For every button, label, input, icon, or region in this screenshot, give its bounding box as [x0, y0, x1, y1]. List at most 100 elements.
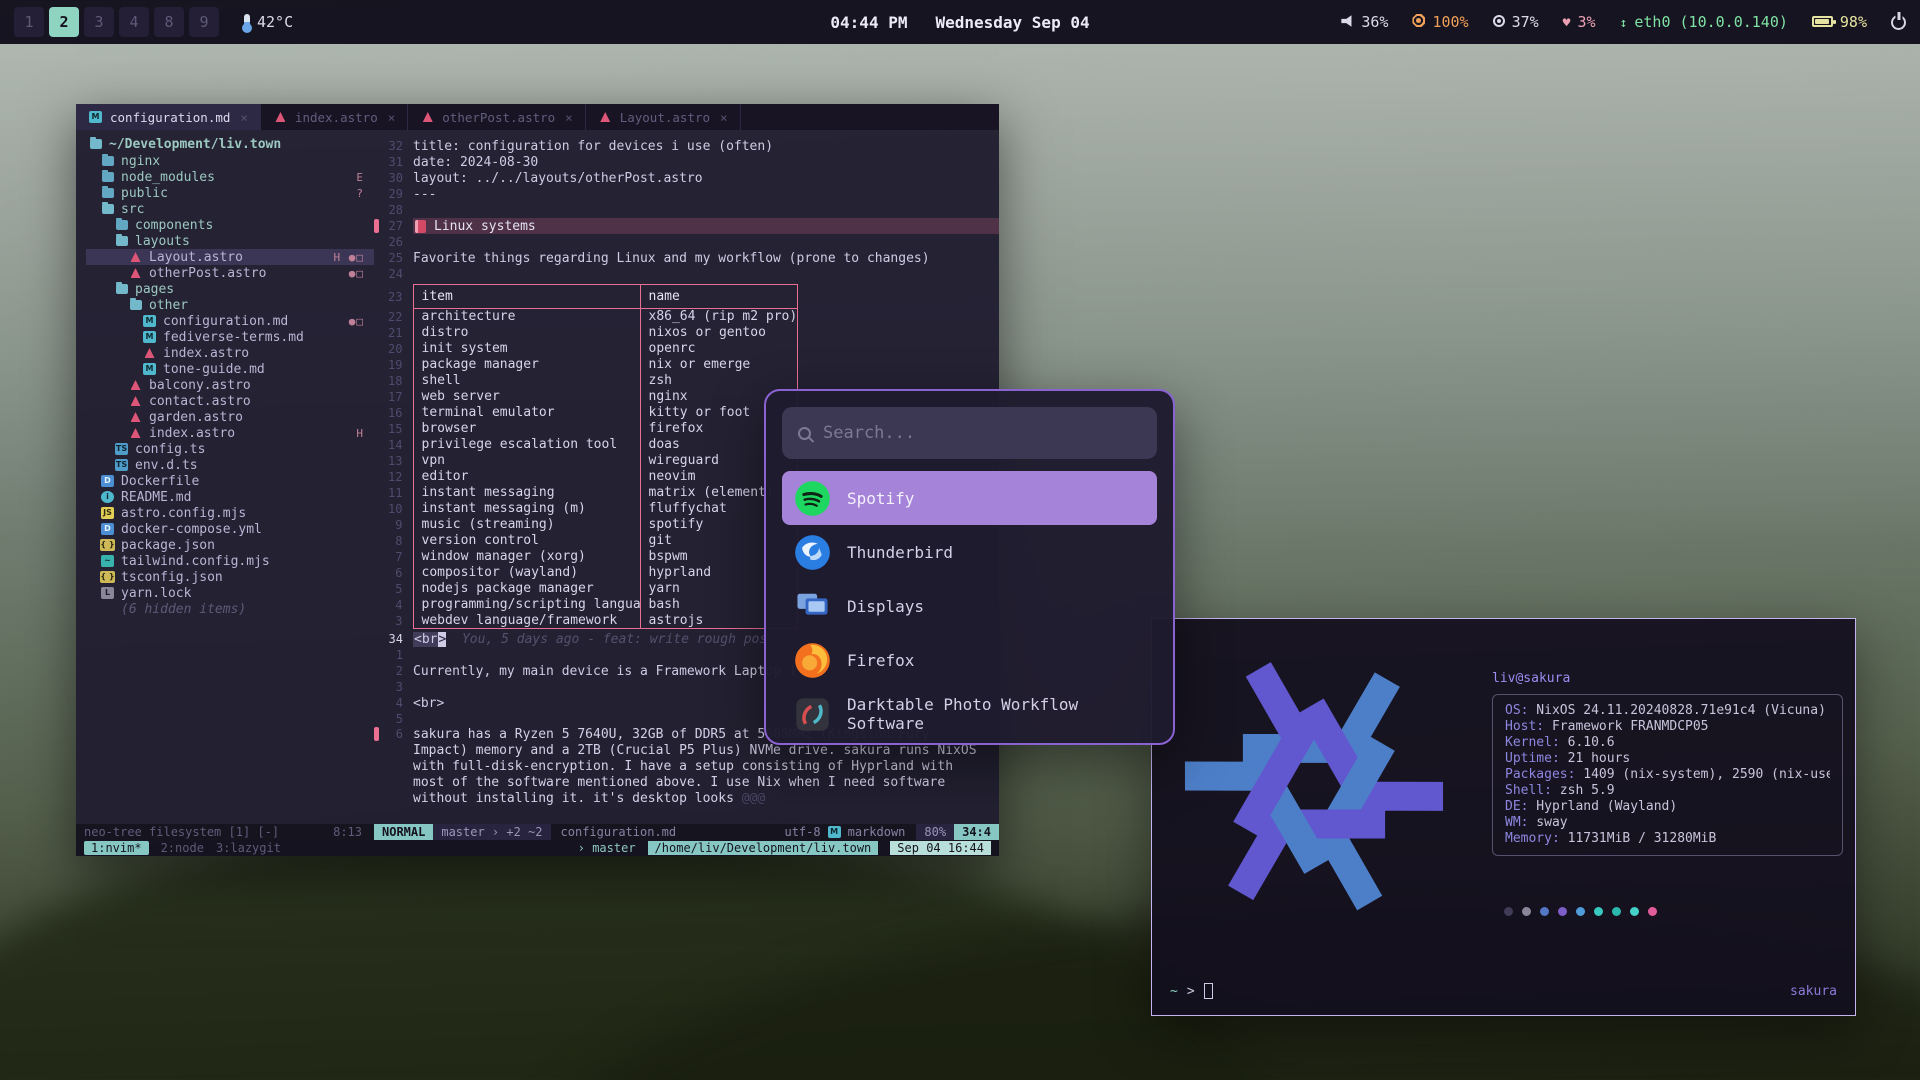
shell-prompt[interactable]: ~ >: [1170, 983, 1213, 999]
javascript-icon: JS: [101, 507, 114, 519]
fetch-info-line: DE: Hyprland (Wayland): [1505, 799, 1830, 815]
git-marker: E: [356, 171, 364, 184]
volume-icon: [1341, 15, 1354, 27]
tree-item-label: README.md: [121, 490, 191, 505]
tree-item[interactable]: layouts: [86, 233, 374, 249]
tree-item-label: config.ts: [135, 442, 205, 457]
search-input[interactable]: [823, 423, 1141, 443]
tree-item[interactable]: D docker-compose.yml: [86, 521, 374, 537]
tree-item[interactable]: i README.md: [86, 489, 374, 505]
tree-item[interactable]: nginx: [86, 153, 374, 169]
color-dot: [1630, 907, 1639, 916]
launcher-item[interactable]: Firefox: [782, 633, 1157, 687]
tree-item[interactable]: M tone-guide.md: [86, 361, 374, 377]
launcher-item[interactable]: Thunderbird: [782, 525, 1157, 579]
tree-item[interactable]: other: [86, 297, 374, 313]
tmux-window-1[interactable]: 1:nvim*: [84, 841, 149, 855]
tree-item[interactable]: TS config.ts: [86, 441, 374, 457]
launcher-item[interactable]: Spotify: [782, 471, 1157, 525]
search-box[interactable]: [782, 407, 1157, 459]
tree-item[interactable]: Layout.astro H ●□: [86, 249, 374, 265]
tree-item[interactable]: (6 hidden items): [86, 601, 374, 617]
workspace-button[interactable]: 8: [154, 7, 184, 37]
tree-item-label: public: [121, 186, 168, 201]
tab-close-icon[interactable]: ×: [388, 110, 396, 125]
module-value: 98%: [1840, 13, 1867, 31]
tree-item[interactable]: M configuration.md ●□: [86, 313, 374, 329]
workspace-button[interactable]: 1: [14, 7, 44, 37]
status-module[interactable]: 36%: [1341, 13, 1388, 31]
folder-open-icon: [130, 300, 142, 310]
tree-item[interactable]: garden.astro: [86, 409, 374, 425]
status-module[interactable]: 98%: [1812, 13, 1867, 31]
fetch-terminal[interactable]: liv@sakura OS: NixOS 24.11.20240828.71e9…: [1151, 618, 1856, 1016]
tree-item[interactable]: D Dockerfile: [86, 473, 374, 489]
fetch-info-line: Shell: zsh 5.9: [1505, 783, 1830, 799]
editor-tab[interactable]: otherPost.astro ×: [408, 104, 585, 130]
tree-item[interactable]: ~ tailwind.config.mjs: [86, 553, 374, 569]
status-module[interactable]: ♥ 3%: [1563, 13, 1596, 31]
status-module[interactable]: 37%: [1493, 13, 1539, 31]
status-module[interactable]: 100%: [1412, 13, 1468, 31]
tmux-window-3[interactable]: 3:lazygit: [216, 841, 281, 855]
tree-item[interactable]: { } tsconfig.json: [86, 569, 374, 585]
tree-item[interactable]: L yarn.lock: [86, 585, 374, 601]
clock: 04:44 PM Wednesday Sep 04: [830, 13, 1089, 32]
git-marker: H: [356, 427, 364, 440]
tree-item[interactable]: src: [86, 201, 374, 217]
tab-close-icon[interactable]: ×: [240, 110, 248, 125]
tab-label: otherPost.astro: [442, 110, 555, 125]
color-dot: [1648, 907, 1657, 916]
color-dot: [1522, 907, 1531, 916]
fetch-user-host: liv@sakura: [1492, 671, 1843, 686]
darktable-icon: [794, 696, 831, 733]
spotify-icon: [794, 480, 831, 517]
file-tree: ~/Development/liv.town nginx node_module…: [76, 130, 374, 824]
tree-item[interactable]: contact.astro: [86, 393, 374, 409]
tree-item-label: balcony.astro: [149, 378, 251, 393]
prompt-directory: ~: [1170, 984, 1178, 999]
editor-tab[interactable]: M configuration.md ×: [76, 104, 261, 130]
tree-item[interactable]: node_modules E: [86, 169, 374, 185]
status-module[interactable]: ↕ eth0 (10.0.0.140): [1620, 13, 1788, 31]
tree-root[interactable]: ~/Development/liv.town: [86, 136, 374, 152]
workspace-button[interactable]: 9: [189, 7, 219, 37]
tree-item[interactable]: public ?: [86, 185, 374, 201]
app-launcher: Spotify Thunderbird Displays Firefox Dar…: [764, 389, 1175, 745]
launcher-item[interactable]: Displays: [782, 579, 1157, 633]
launcher-item[interactable]: Darktable Photo Workflow Software: [782, 687, 1157, 741]
workspace-button[interactable]: 3: [84, 7, 114, 37]
editor-tab[interactable]: index.astro ×: [261, 104, 408, 130]
markdown-icon: M: [143, 315, 156, 327]
tree-item[interactable]: JS astro.config.mjs: [86, 505, 374, 521]
disk-icon: [1493, 15, 1505, 27]
color-dot: [1576, 907, 1585, 916]
tree-item[interactable]: M fediverse-terms.md: [86, 329, 374, 345]
module-value: 100%: [1432, 13, 1468, 31]
tmux-window-2[interactable]: 2:node: [161, 841, 204, 855]
tree-item-label: components: [135, 218, 213, 233]
neotree-status: neo-tree filesystem [1] [-]: [84, 824, 279, 840]
tree-item[interactable]: otherPost.astro ●□: [86, 265, 374, 281]
encoding: utf-8: [779, 824, 825, 840]
markdown-icon: M: [828, 826, 841, 838]
tab-close-icon[interactable]: ×: [565, 110, 573, 125]
astro-icon: [423, 112, 433, 122]
workspace-button[interactable]: 4: [119, 7, 149, 37]
folder-icon: [102, 156, 114, 166]
gear-icon: [1412, 14, 1425, 27]
docker-icon: D: [101, 475, 114, 487]
tree-item-label: index.astro: [163, 346, 249, 361]
git-marker: ●□: [349, 315, 364, 328]
tree-item[interactable]: components: [86, 217, 374, 233]
workspace-button[interactable]: 2: [49, 7, 79, 37]
tree-item[interactable]: TS env.d.ts: [86, 457, 374, 473]
tree-item[interactable]: { } package.json: [86, 537, 374, 553]
tab-close-icon[interactable]: ×: [720, 110, 728, 125]
editor-tab[interactable]: Layout.astro ×: [586, 104, 741, 130]
tree-item[interactable]: pages: [86, 281, 374, 297]
power-button[interactable]: [1891, 15, 1906, 30]
tree-item[interactable]: index.astro: [86, 345, 374, 361]
tree-item[interactable]: index.astro H: [86, 425, 374, 441]
tree-item[interactable]: balcony.astro: [86, 377, 374, 393]
